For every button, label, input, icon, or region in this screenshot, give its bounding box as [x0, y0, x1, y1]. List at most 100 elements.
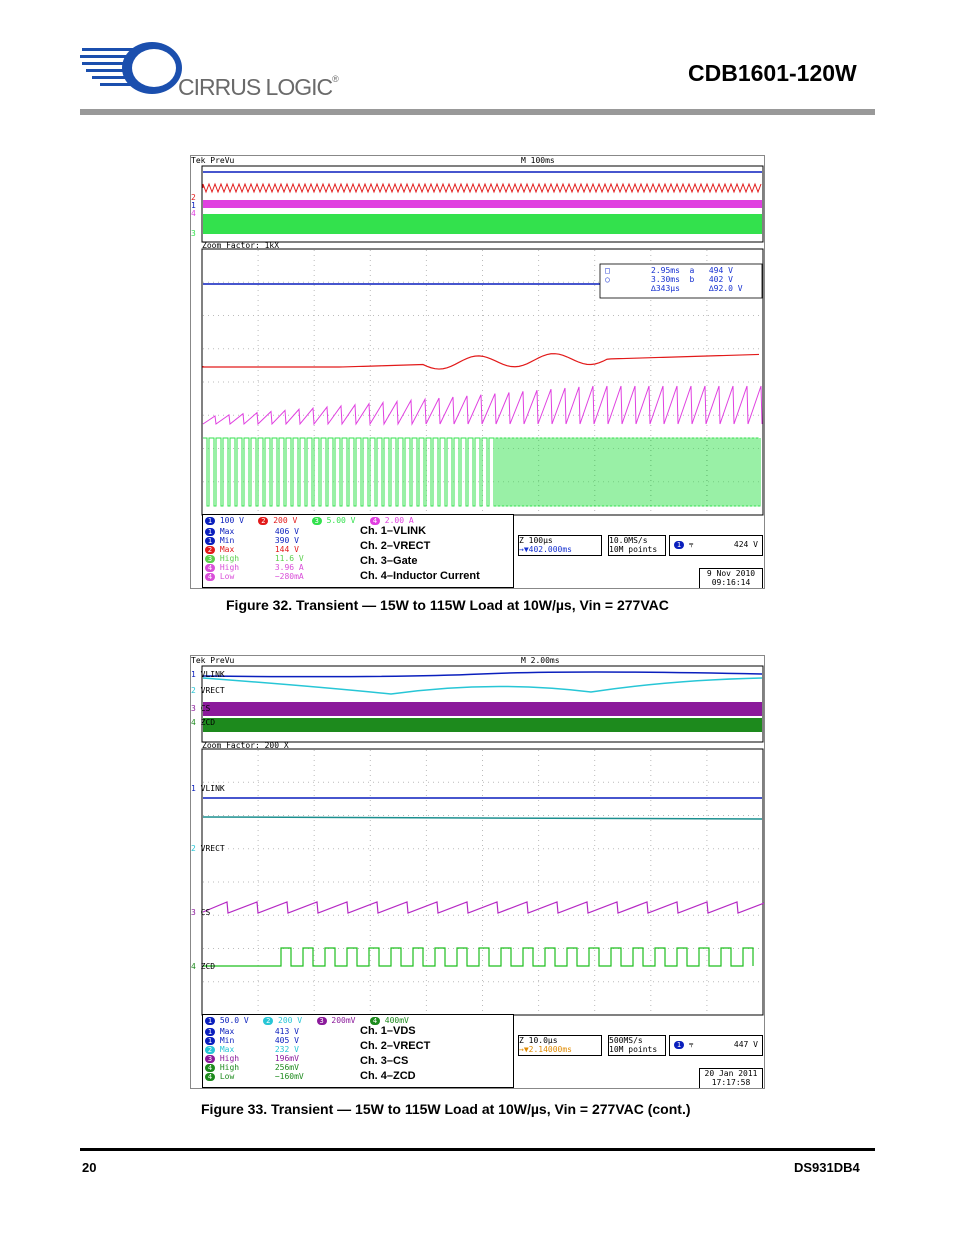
fig32-ch3-marker: 3 [191, 229, 196, 238]
meas-value: 144 V [274, 545, 299, 554]
fig33-record-length: 10M points [609, 1045, 658, 1054]
fig32-cursor-dv: ∆92.0 V [708, 284, 743, 293]
fig32-legend-ch3: Ch. 3–Gate [360, 555, 418, 567]
meas-value: 196mV [274, 1054, 299, 1063]
fig32-meas-row: 4 High 3.96 A [205, 563, 304, 572]
fig33-trigger-level: 447 V [733, 1040, 758, 1049]
fig33-sample-rate: 500MS/s [609, 1036, 643, 1045]
fig33-meas-row: 4 High 256mV [205, 1063, 304, 1072]
fig32-measurements: 1 Max 406 V1 Min 390 V2 Max 144 V3 High 11.6… [205, 527, 304, 581]
meas-name: High [219, 563, 240, 572]
fig32-rate-box: 10.0MS/s 10M points [608, 535, 666, 556]
brand-mark: ® [332, 74, 339, 84]
fig32-legend: Ch. 1–VLINK Ch. 2–VRECT Ch. 3–Gate Ch. 4… [360, 524, 480, 584]
meas-name: High [219, 1063, 240, 1072]
fig32-zoom-time: Z 100µs [519, 536, 553, 545]
fig32-overview-gate [203, 214, 762, 234]
fig32-overview-current [203, 200, 762, 208]
fig32-scale-ch3: 5.00 V [326, 516, 356, 525]
fig33-zoom-zcd: ZCD [200, 962, 216, 971]
fig32-trigger-slope: ⫧ [688, 540, 694, 549]
fig32-sample-rate: 10.0MS/s [609, 536, 648, 545]
meas-name: High [219, 554, 240, 563]
fig33-rate-box: 500MS/s 10M points [608, 1035, 666, 1056]
fig32-cursor-v1: 494 V [708, 266, 733, 275]
fig33-measurements: 1 Max 413 V1 Min 405 V2 Max 232 V3 High 196m… [205, 1027, 304, 1081]
document-title: CDB1601-120W [688, 60, 857, 86]
fig33-top-cs: CS [200, 704, 211, 713]
meas-value: 413 V [274, 1027, 299, 1036]
fig33-top-ch2-label: 2 VRECT [191, 686, 225, 695]
fig33-top-ch4-label: 4 ZCD [191, 718, 216, 727]
fig33-top-zcd: ZCD [200, 718, 216, 727]
fig32-meas-row: 1 Min 390 V [205, 536, 304, 545]
fig33-meas-row: 2 Max 232 V [205, 1045, 304, 1054]
fig33-scale-ch1: 50.0 V [219, 1016, 249, 1025]
fig32-trigger-ch: 1 [674, 540, 684, 549]
fig32-cursor-a: a [689, 266, 695, 275]
meas-value: −280mA [274, 572, 304, 581]
fig32-cursor-t2: 3.30ms [651, 275, 680, 284]
fig33-overview-zcd [203, 718, 762, 732]
footer-rule [80, 1148, 875, 1151]
fig33-legend-ch1: Ch. 1–VDS [360, 1025, 416, 1037]
fig32-meas-row: 4 Low −280mA [205, 572, 304, 581]
fig33-zoom-vrect: VRECT [200, 844, 225, 853]
fig33-date: 20 Jan 2011 [704, 1069, 758, 1078]
fig32-zoom-pos: →▼402.000ms [519, 545, 572, 554]
fig32-date-box: 9 Nov 2010 09:16:14 [699, 568, 763, 588]
meas-value: 406 V [274, 527, 299, 536]
fig32-cursor-t1: 2.95ms [651, 266, 680, 275]
meas-name: Max [219, 527, 235, 536]
fig32-cursor-readout: □ 2.95ms a 494 V ○ 3.30ms b 402 V ∆343µs ∆… [605, 266, 743, 293]
fig33-legend-ch3: Ch. 3–CS [360, 1055, 409, 1067]
fig33-scope-screenshot: Tek PreVu M 2.00ms Zoom Factor: 200 X 1 … [190, 655, 765, 1089]
meas-value: 256mV [274, 1063, 299, 1072]
meas-value: 232 V [274, 1045, 299, 1054]
fig32-ch4-marker: 4 [191, 209, 196, 218]
meas-value: 3.96 A [274, 563, 304, 572]
fig33-time: 17:17:58 [711, 1078, 751, 1087]
fig33-legend: Ch. 1–VDS Ch. 2–VRECT Ch. 3–CS Ch. 4–ZCD [360, 1024, 430, 1084]
meas-name: Max [219, 1045, 235, 1054]
fig32-cursor-b: b [689, 275, 695, 284]
fig33-zoom-cs: CS [200, 908, 211, 917]
fig32-scale-ch2: 200 V [273, 516, 298, 525]
fig32-meas-row: 2 Max 144 V [205, 545, 304, 554]
fig33-scale-ch2: 200 V [278, 1016, 303, 1025]
fig33-overview-cs [203, 702, 762, 716]
fig33-trigger-box: 1 ⫧ 447 V [669, 1035, 763, 1056]
fig33-trigger-slope: ⫧ [688, 1040, 694, 1049]
page-number: 20 [82, 1160, 97, 1175]
fig32-legend-ch2: Ch. 2–VRECT [360, 540, 431, 552]
meas-name: Min [219, 1036, 235, 1045]
meas-value: −160mV [274, 1072, 304, 1081]
fig33-zoom-ch2-label: 2 VRECT [191, 844, 225, 853]
fig32-record-length: 10M points [609, 545, 658, 554]
meas-name: Low [219, 1072, 235, 1081]
fig32-meas-row: 3 High 11.6 V [205, 554, 304, 563]
fig33-meas-row: 4 Low −160mV [205, 1072, 304, 1081]
fig33-scale-ch3: 200mV [331, 1016, 356, 1025]
fig33-legend-ch2: Ch. 2–VRECT [360, 1040, 431, 1052]
fig33-date-box: 20 Jan 2011 17:17:58 [699, 1068, 763, 1088]
fig33-legend-ch4: Ch. 4–ZCD [360, 1070, 416, 1082]
fig33-meas-row: 1 Max 413 V [205, 1027, 304, 1036]
fig32-zoom-box: Z 100µs →▼402.000ms [518, 535, 602, 556]
fig33-top-ch3-label: 3 CS [191, 704, 211, 713]
fig33-trigger-ch: 1 [674, 1040, 684, 1049]
fig33-meas-row: 3 High 196mV [205, 1054, 304, 1063]
fig32-channel-scales: 1 100 V 2 200 V 3 5.00 V 4 2.00 A 1 Max 4… [202, 514, 514, 588]
fig32-meas-row: 1 Max 406 V [205, 527, 304, 536]
meas-value: 11.6 V [274, 554, 304, 563]
fig32-zoom-label: Zoom Factor: 1kX [202, 241, 280, 250]
fig33-top-vlink: VLINK [200, 670, 225, 679]
figure-32-caption: Figure 32. Transient — 15W to 115W Load … [226, 597, 669, 613]
fig32-cursor-dt: ∆343µs [651, 284, 680, 293]
brand-name: CIRRUS LOGIC [178, 74, 333, 100]
fig33-zoom-time: Z 10.0µs [519, 1036, 558, 1045]
figure-33-caption: Figure 33. Transient — 15W to 115W Load … [201, 1101, 691, 1117]
meas-name: Min [219, 536, 235, 545]
fig32-scope-screenshot: Tek PreVu M 100ms Zoom Factor: 1kX 2 1 4… [190, 155, 765, 589]
fig33-zoom-ch3-label: 3 CS [191, 908, 211, 917]
